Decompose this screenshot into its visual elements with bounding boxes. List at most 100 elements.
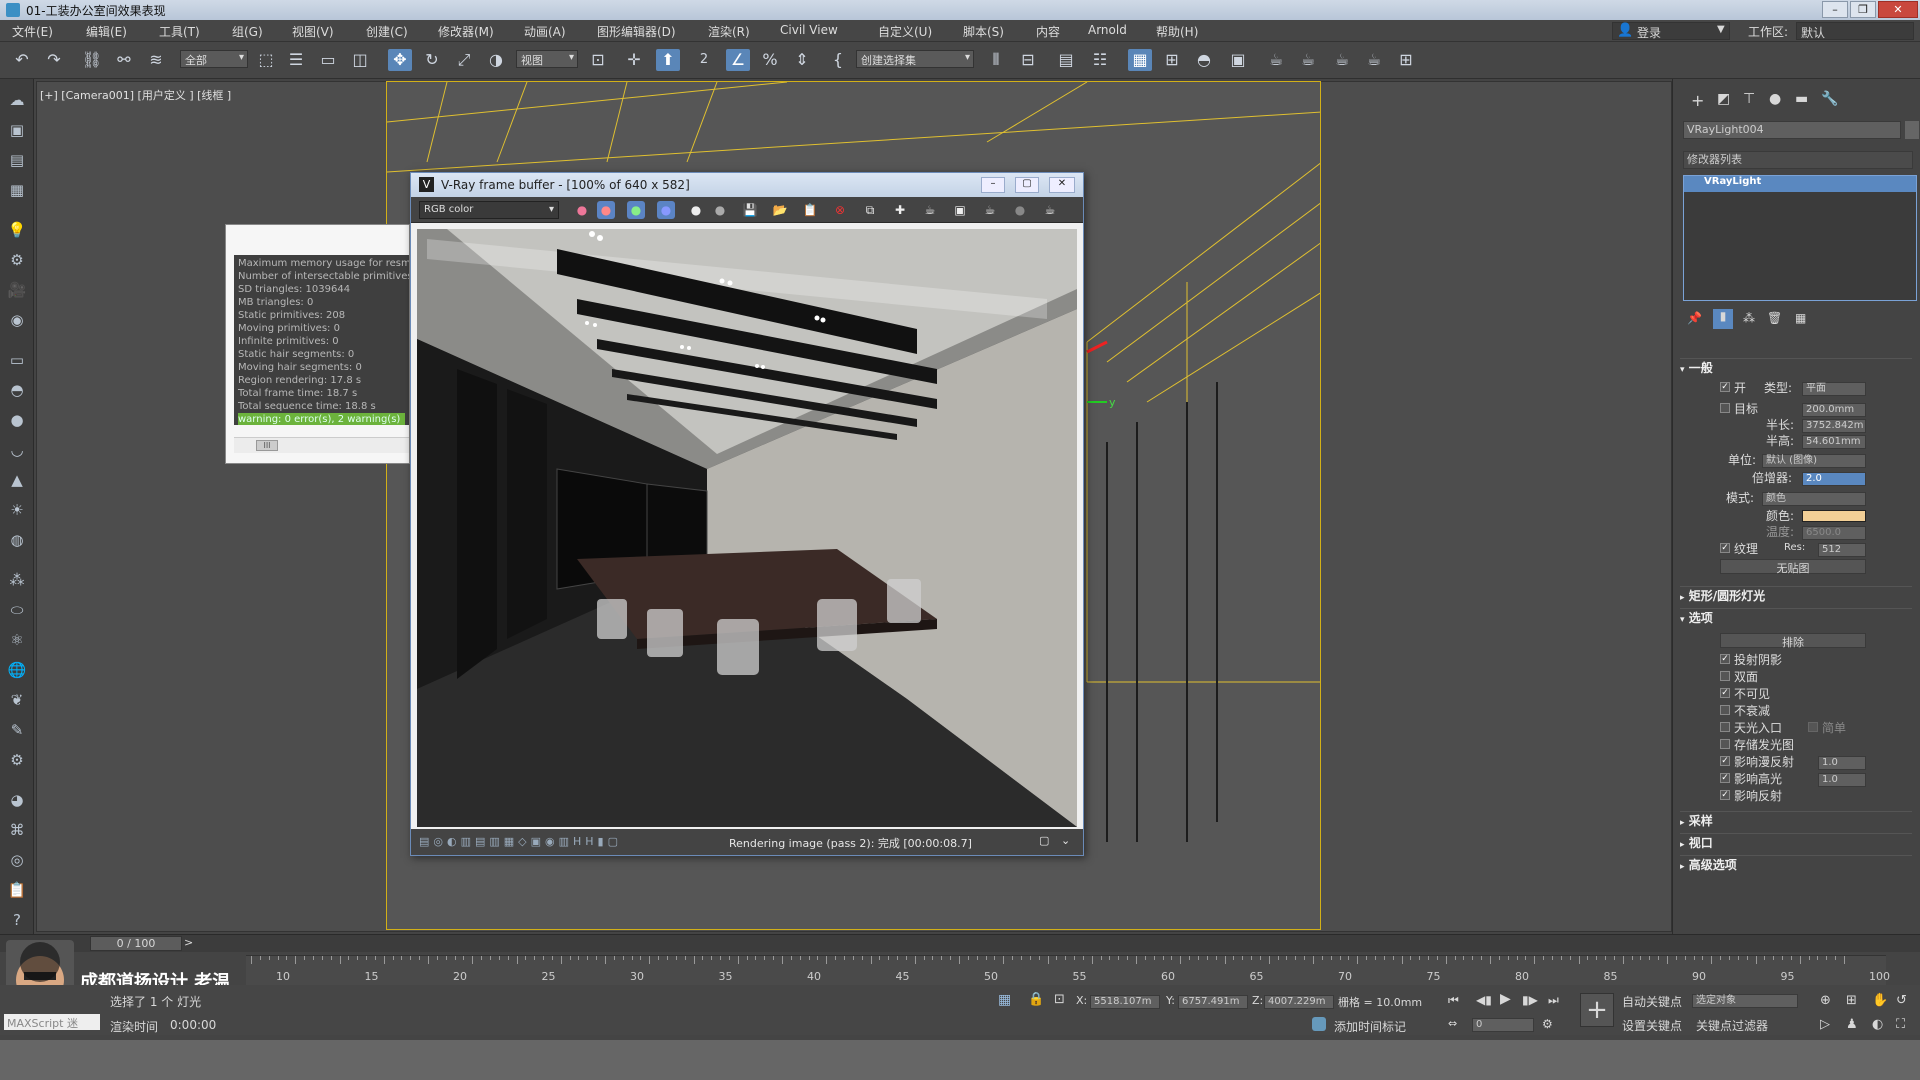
blue-channel-icon[interactable]: ● [657,201,675,219]
scene-explorer-icon[interactable]: ☁ [5,89,29,111]
viewport-label[interactable]: [+] [Camera001] [用户定义 ] [线框 ] [40,87,231,103]
light-icon[interactable]: 💡 [5,219,29,241]
clipboard-icon[interactable]: 📋 [5,879,29,901]
menu-animation[interactable]: 动画(A) [524,23,566,40]
place-icon[interactable]: ◑ [484,49,508,71]
cone-icon[interactable]: ▲ [5,469,29,491]
schematic-view-icon[interactable]: ⊞ [1160,49,1184,71]
select-by-name-icon[interactable]: ☰ [284,49,308,71]
modifier-list-dropdown[interactable]: 修改器列表 [1683,151,1913,169]
set-key-button[interactable]: 设置关键点 [1622,1017,1682,1034]
dome-icon[interactable]: ◓ [5,379,29,401]
helper-icon[interactable]: ◉ [5,309,29,331]
log-scrollbar[interactable]: III [234,437,409,453]
rollout-advanced[interactable]: ▸ 高级选项 [1680,855,1912,873]
named-selection-dropdown[interactable]: 创建选择集 [856,50,974,68]
time-slider-track[interactable]: 0 / 100 > [0,934,1920,952]
absolute-mode-icon[interactable]: ⊡ [1054,992,1065,1007]
geometry-icon[interactable]: ⚙ [5,249,29,271]
script-icon[interactable]: ⌘ [5,819,29,841]
mono-icon[interactable]: ● [711,201,729,219]
zoom-all-icon[interactable]: ⊞ [1846,993,1857,1008]
z-coord-field[interactable]: 4007.229m [1264,995,1334,1009]
key-filters-button[interactable]: 关键点过滤器 [1696,1017,1768,1034]
globe-icon[interactable]: 🌐 [5,659,29,681]
menu-customize[interactable]: 自定义(U) [878,23,932,40]
unlink-icon[interactable]: ⚯ [112,49,136,71]
object-color-swatch[interactable] [1905,121,1919,139]
scale-icon[interactable]: ⤢ [452,49,476,71]
selection-filter-dropdown[interactable]: 全部 [180,50,248,68]
multiplier-field[interactable]: 2.0 [1802,472,1866,486]
hierarchy-tab-icon[interactable]: ⊤ [1743,91,1755,107]
sun-icon[interactable]: ☀ [5,499,29,521]
clear-icon[interactable]: ⊗ [831,201,849,219]
affect-specular-field[interactable]: 1.0 [1818,773,1866,787]
remove-modifier-icon[interactable]: 🗑 [1767,311,1782,325]
material-ball-icon[interactable]: ◕ [5,789,29,811]
store-irradiance-checkbox[interactable] [1720,739,1730,749]
plant-icon[interactable]: ❦ [5,689,29,711]
time-slider-thumb[interactable]: 0 / 100 [90,936,182,951]
configure-sets-icon[interactable]: ▦ [1795,311,1806,325]
stack-item-vraylight[interactable]: VRayLight [1684,176,1916,192]
fov-icon[interactable]: ▷ [1820,1017,1830,1032]
on-checkbox[interactable]: ✓ [1720,382,1730,392]
time-tag-icon[interactable] [1312,1017,1326,1031]
current-frame-field[interactable]: 0 [1472,1018,1534,1032]
target-distance-field[interactable]: 200.0mm [1802,403,1866,417]
render-cloud-icon[interactable]: ⊞ [1394,49,1418,71]
menu-graph-editors[interactable]: 图形编辑器(D) [597,23,676,40]
render-production-icon[interactable]: ☕ [1296,49,1320,71]
skylight-portal-checkbox[interactable] [1720,722,1730,732]
rollout-rect-disc[interactable]: ▸ 矩形/圆形灯光 [1680,586,1912,604]
rect-selection-icon[interactable]: ▭ [316,49,340,71]
create-tab-icon[interactable]: + [1691,91,1704,110]
select-manipulate-icon[interactable]: ✛ [622,49,646,71]
maxscript-listener[interactable]: MAXScript 迷 [4,1014,100,1030]
green-channel-icon[interactable]: ● [627,201,645,219]
rollout-options[interactable]: ▾ 选项 [1680,608,1912,626]
vfb-close-button[interactable]: ✕ [1049,177,1075,193]
bind-spacewarp-icon[interactable]: ≋ [144,49,168,71]
box-icon[interactable]: ▭ [5,349,29,371]
camera-icon[interactable]: 🎥 [5,279,29,301]
affect-reflections-checkbox[interactable]: ✓ [1720,790,1730,800]
zoom-icon[interactable]: ⊕ [1820,993,1831,1008]
window-crossing-icon[interactable]: ◫ [348,49,372,71]
time-config-icon[interactable]: ⚙ [1542,1017,1553,1031]
mirror-icon[interactable]: ⫴ [984,49,1008,71]
lock-icon[interactable]: 🔒 [1028,992,1044,1007]
make-unique-icon[interactable]: ⁂ [1743,311,1755,325]
menu-scripting[interactable]: 脚本(S) [963,23,1004,40]
rollout-viewport[interactable]: ▸ 视口 [1680,833,1912,851]
channel-dropdown[interactable]: RGB color ▾ [419,201,559,219]
pin-stack-icon[interactable]: 📌 [1687,311,1702,325]
display-tab-icon[interactable]: ▬ [1795,91,1808,107]
texture-map-button[interactable]: 无贴图 [1720,559,1866,575]
log-scroll-thumb[interactable]: III [256,440,278,451]
render-icon[interactable]: ◎ [5,849,29,871]
rgb-channels-icon[interactable]: ● [573,201,591,219]
menu-civil-view[interactable]: Civil View [780,23,838,37]
menu-help[interactable]: 帮助(H) [1156,23,1198,40]
vfb-minimize-button[interactable]: – [981,177,1005,193]
angle-snap-icon[interactable]: ∠ [726,49,750,71]
render-setup-icon[interactable]: ▣ [1226,49,1250,71]
rollout-sampling[interactable]: ▸ 采样 [1680,811,1912,829]
help-icon[interactable]: ? [5,909,29,931]
track-mouse-icon[interactable]: ⧉ [861,201,879,219]
auto-key-button[interactable]: 自动关键点 [1622,993,1682,1010]
vfb-history-icon[interactable]: ▢ [1039,834,1049,847]
menu-group[interactable]: 组(G) [232,23,263,40]
object-name-field[interactable]: VRayLight004 [1683,121,1901,139]
timeline-ruler[interactable]: 10 15 20 25 30 35 40 45 50 55 60 65 70 75 80 85 90 95 100 [246,955,1890,985]
gear-icon[interactable]: ⚙ [5,749,29,771]
y-coord-field[interactable]: 6757.491m [1178,995,1248,1009]
prev-frame-icon[interactable]: ◀▮ [1476,993,1492,1007]
mode-dropdown[interactable]: 颜色 [1762,492,1866,506]
minimize-button[interactable]: – [1822,1,1848,18]
select-object-icon[interactable]: ⬚ [254,49,278,71]
type-dropdown[interactable]: 平面 [1802,382,1866,396]
redo-icon[interactable]: ↷ [42,49,66,71]
